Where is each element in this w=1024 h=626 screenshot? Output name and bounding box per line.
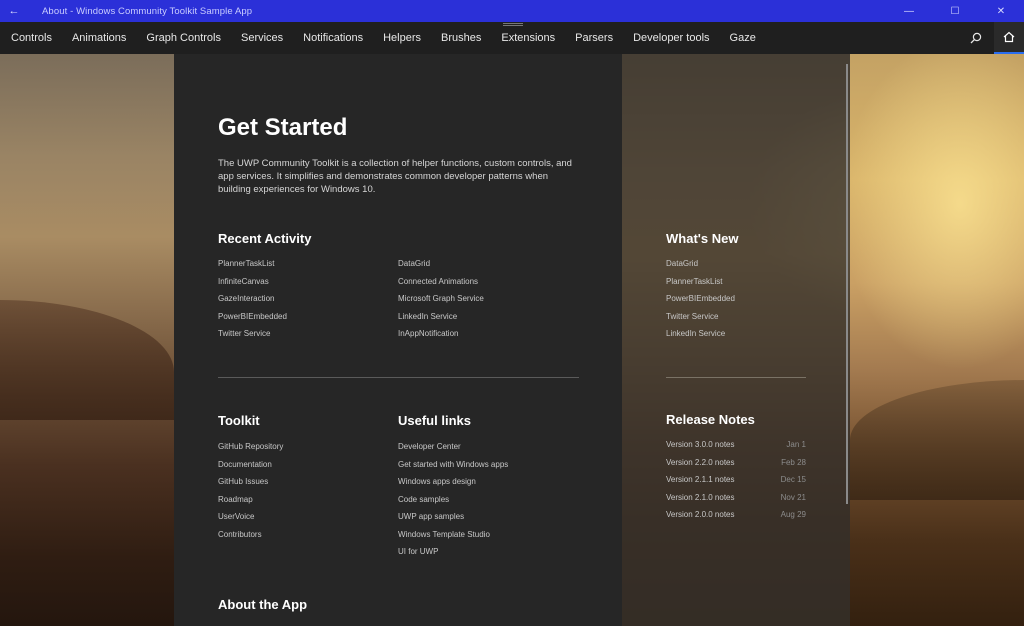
useful-link[interactable]: Windows Template Studio (398, 529, 508, 547)
nav-item[interactable]: Notifications (293, 22, 373, 54)
side-divider (666, 377, 806, 378)
toolkit-link[interactable]: UserVoice (218, 511, 283, 529)
back-arrow-icon: ← (8, 5, 20, 17)
nav-item[interactable]: Graph Controls (136, 22, 231, 54)
whats-new-heading: What's New (666, 231, 739, 246)
useful-links-list: Developer Center Get started with Windows… (398, 441, 508, 564)
release-note-label: Version 2.0.0 notes (666, 510, 735, 519)
recent-activity-link[interactable]: InAppNotification (398, 328, 484, 346)
drag-grip[interactable] (503, 23, 523, 26)
nav-menu: Controls Animations Graph Controls Services… (0, 22, 766, 54)
maximize-icon: ☐ (950, 5, 960, 17)
back-button[interactable]: ← (0, 0, 28, 22)
toolkit-link[interactable]: Roadmap (218, 494, 283, 512)
side-content-panel (622, 54, 850, 626)
recent-activity-link[interactable]: PowerBIEmbedded (218, 311, 287, 329)
toolkit-link[interactable]: GitHub Issues (218, 476, 283, 494)
recent-activity-link[interactable]: Microsoft Graph Service (398, 293, 484, 311)
page-title: Get Started (218, 114, 348, 141)
useful-link[interactable]: UWP app samples (398, 511, 508, 529)
toolkit-link[interactable]: Contributors (218, 529, 283, 547)
release-notes-heading: Release Notes (666, 412, 755, 427)
nav-item[interactable]: Helpers (373, 22, 431, 54)
release-note-date: Jan 1 (786, 440, 806, 449)
recent-activity-list-1: PlannerTaskList InfiniteCanvas GazeInterac… (218, 258, 287, 346)
recent-activity-link[interactable]: Connected Animations (398, 276, 484, 294)
release-note-item[interactable]: Version 2.0.0 notes Aug 29 (666, 509, 806, 527)
minimize-button[interactable]: — (886, 0, 932, 22)
release-note-date: Aug 29 (780, 510, 806, 519)
nav-item[interactable]: Extensions (491, 22, 565, 54)
release-note-item[interactable]: Version 2.2.0 notes Feb 28 (666, 457, 806, 475)
whats-new-list: DataGrid PlannerTaskList PowerBIEmbedded Tw… (666, 258, 735, 346)
release-note-date: Feb 28 (781, 457, 806, 467)
useful-links-heading: Useful links (398, 413, 471, 428)
release-note-item[interactable]: Version 2.1.0 notes Nov 21 (666, 492, 806, 510)
about-app-heading: About the App (218, 597, 308, 612)
home-icon (1003, 31, 1015, 43)
maximize-button[interactable]: ☐ (932, 0, 978, 22)
recent-activity-heading: Recent Activity (218, 231, 312, 246)
background-right-panel (850, 54, 1024, 626)
release-note-item[interactable]: Version 2.1.1 notes Dec 15 (666, 474, 806, 492)
recent-activity-link[interactable]: GazeInteraction (218, 293, 287, 311)
nav-item[interactable]: Services (231, 22, 293, 54)
release-note-label: Version 3.0.0 notes (666, 440, 735, 449)
title-bar: ← About - Windows Community Toolkit Samp… (0, 0, 1024, 22)
useful-link[interactable]: Windows apps design (398, 476, 508, 494)
release-note-label: Version 2.1.1 notes (666, 475, 735, 484)
home-button[interactable] (994, 22, 1024, 54)
toolkit-list: GitHub Repository Documentation GitHub Iss… (218, 441, 283, 546)
whats-new-link[interactable]: DataGrid (666, 258, 735, 276)
release-note-date: Dec 15 (780, 475, 806, 484)
nav-item[interactable]: Gaze (720, 22, 766, 54)
useful-link[interactable]: Code samples (398, 494, 508, 512)
main-divider (218, 377, 579, 378)
nav-item[interactable]: Controls (1, 22, 62, 54)
release-note-item[interactable]: Version 3.0.0 notes Jan 1 (666, 439, 806, 457)
toolkit-link[interactable]: Documentation (218, 459, 283, 477)
release-note-date: Nov 21 (780, 492, 806, 502)
recent-activity-link[interactable]: InfiniteCanvas (218, 276, 287, 294)
nav-item[interactable]: Developer tools (623, 22, 719, 54)
whats-new-link[interactable]: LinkedIn Service (666, 328, 735, 346)
whats-new-link[interactable]: PlannerTaskList (666, 276, 735, 294)
recent-activity-link[interactable]: LinkedIn Service (398, 311, 484, 329)
search-button[interactable] (962, 22, 990, 54)
release-notes-list: Version 3.0.0 notes Jan 1 Version 2.2.0 no… (666, 439, 806, 527)
release-note-label: Version 2.1.0 notes (666, 492, 735, 502)
nav-item[interactable]: Parsers (565, 22, 623, 54)
whats-new-link[interactable]: Twitter Service (666, 311, 735, 329)
toolkit-heading: Toolkit (218, 413, 260, 428)
search-icon (970, 32, 982, 44)
intro-text: The UWP Community Toolkit is a collectio… (218, 158, 572, 195)
top-navigation: Controls Animations Graph Controls Services… (0, 22, 1024, 54)
useful-link[interactable]: Developer Center (398, 441, 508, 459)
useful-link[interactable]: Get started with Windows apps (398, 459, 508, 477)
vertical-scrollbar[interactable] (846, 64, 848, 504)
useful-link[interactable]: UI for UWP (398, 546, 508, 564)
nav-item[interactable]: Animations (62, 22, 136, 54)
release-note-label: Version 2.2.0 notes (666, 457, 735, 467)
recent-activity-link[interactable]: Twitter Service (218, 328, 287, 346)
whats-new-link[interactable]: PowerBIEmbedded (666, 293, 735, 311)
close-button[interactable]: ✕ (978, 0, 1024, 22)
recent-activity-link[interactable]: DataGrid (398, 258, 484, 276)
toolkit-link[interactable]: GitHub Repository (218, 441, 283, 459)
nav-item[interactable]: Brushes (431, 22, 491, 54)
recent-activity-list-2: DataGrid Connected Animations Microsoft Gr… (398, 258, 484, 346)
minimize-icon: — (904, 5, 914, 17)
recent-activity-link[interactable]: PlannerTaskList (218, 258, 287, 276)
window-controls: — ☐ ✕ (886, 0, 1024, 22)
close-icon: ✕ (996, 5, 1006, 17)
window-title: About - Windows Community Toolkit Sample… (42, 5, 253, 17)
